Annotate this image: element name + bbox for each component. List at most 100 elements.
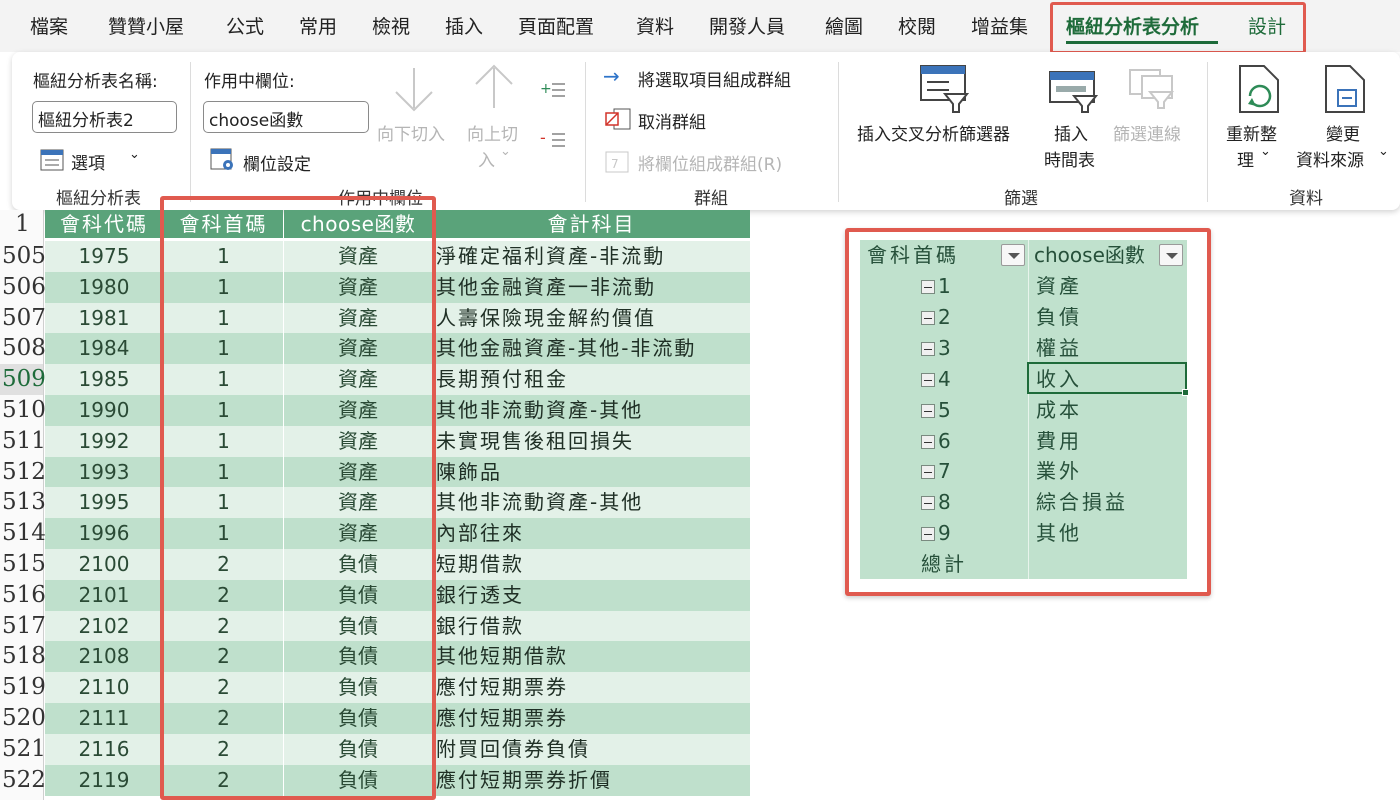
change-source-chevron-icon[interactable]: ⌄ [1378, 144, 1389, 159]
options-chevron-icon[interactable]: ⌄ [129, 147, 140, 162]
change-source-button[interactable]: 變更 [1326, 120, 1360, 145]
cell-account-name[interactable]: 短期借款 [433, 549, 750, 580]
pivot-row-prefix[interactable]: 1 [938, 271, 954, 302]
row-header[interactable]: 513 [0, 487, 46, 519]
cell-account-name[interactable]: 其他金融資產-其他-非流動 [433, 333, 750, 365]
tab-draw[interactable]: 繪圖 [825, 12, 863, 39]
cell-account-code[interactable]: 1995 [45, 487, 163, 519]
collapse-field-icon[interactable]: - [540, 128, 566, 154]
collapse-button-icon[interactable] [921, 434, 935, 449]
pivot-row-prefix[interactable]: 2 [938, 302, 954, 333]
cell-account-name[interactable]: 應付短期票券 [433, 703, 750, 734]
cell-account-code[interactable]: 1981 [45, 302, 163, 334]
pivot-row-choose[interactable]: 費用 [1036, 426, 1082, 457]
cell-account-code[interactable]: 2101 [45, 579, 163, 611]
collapse-button-icon[interactable] [921, 465, 935, 480]
tab-view[interactable]: 檢視 [372, 12, 410, 39]
field-settings-button[interactable]: 欄位設定 [243, 150, 311, 175]
collapse-button-icon[interactable] [921, 310, 935, 325]
drill-down-button[interactable]: 向下切入 [377, 120, 445, 145]
cell-account-name[interactable]: 其他非流動資產-其他 [433, 395, 750, 426]
expand-field-icon[interactable]: + [540, 80, 566, 104]
cell-account-code[interactable]: 1990 [45, 395, 163, 426]
cell-account-code[interactable]: 1980 [45, 271, 163, 303]
row-header[interactable]: 1 [0, 210, 44, 238]
drill-up-button[interactable]: 向上切 [467, 120, 518, 145]
cell-account-name[interactable]: 未實現售後租回損失 [433, 425, 750, 457]
cell-account-code[interactable]: 2108 [45, 641, 163, 673]
cell-account-name[interactable]: 其他非流動資產-其他 [433, 487, 750, 519]
tab-page-layout[interactable]: 頁面配置 [518, 12, 594, 39]
cell-account-name[interactable]: 其他金融資產一非流動 [433, 271, 750, 303]
tab-file[interactable]: 檔案 [30, 12, 68, 39]
cell-account-code[interactable]: 2111 [45, 703, 163, 734]
cell-account-name[interactable]: 銀行借款 [433, 610, 750, 642]
cell-account-name[interactable]: 陳飾品 [433, 456, 750, 488]
refresh-button[interactable]: 重新整 [1226, 120, 1277, 145]
row-header[interactable]: 511 [0, 425, 46, 457]
insert-timeline-button[interactable]: 插入 [1054, 120, 1088, 145]
filter-connections-button[interactable]: 篩選連線 [1113, 120, 1181, 145]
pivot-row-prefix[interactable]: 7 [938, 456, 954, 487]
cell-account-name[interactable]: 應付短期票券 [433, 672, 750, 704]
options-button[interactable]: 選項 [71, 149, 105, 174]
active-field-input[interactable]: choose函數 [203, 101, 369, 133]
cell-account-name[interactable]: 內部往來 [433, 518, 750, 550]
pivot-row-choose[interactable]: 負債 [1036, 302, 1082, 333]
pivot-row-prefix[interactable]: 3 [938, 333, 954, 364]
ungroup-button[interactable]: 取消群組 [638, 108, 706, 133]
row-header[interactable]: 519 [0, 672, 46, 703]
column-header-account-code[interactable]: 會科代碼 [45, 210, 163, 238]
cell-account-code[interactable]: 2100 [45, 549, 163, 580]
cell-account-code[interactable]: 1975 [45, 241, 163, 272]
row-header[interactable]: 522 [0, 764, 46, 796]
row-header[interactable]: 506 [0, 271, 46, 303]
row-header[interactable]: 514 [0, 518, 46, 549]
row-header[interactable]: 518 [0, 641, 46, 673]
pivot-row-choose[interactable]: 成本 [1036, 395, 1082, 426]
row-header[interactable]: 507 [0, 302, 46, 334]
group-field-button[interactable]: 將欄位組成群組(R) [638, 150, 782, 175]
tab-home[interactable]: 常用 [299, 12, 337, 39]
cell-account-code[interactable]: 1984 [45, 333, 163, 365]
fill-handle[interactable] [1182, 389, 1189, 396]
row-header[interactable]: 521 [0, 733, 46, 765]
tab-insert[interactable]: 插入 [445, 12, 483, 39]
pivot-row-prefix[interactable]: 5 [938, 395, 954, 426]
row-header[interactable]: 508 [0, 333, 46, 365]
row-header[interactable]: 517 [0, 610, 46, 642]
cell-account-name[interactable]: 附買回債券負債 [433, 733, 750, 765]
row-header[interactable]: 520 [0, 703, 46, 734]
pivot-row-prefix[interactable]: 9 [938, 518, 954, 549]
selected-cell-outline[interactable] [1027, 362, 1187, 394]
pivot-row-prefix[interactable]: 6 [938, 426, 954, 457]
collapse-button-icon[interactable] [921, 280, 935, 294]
column-header-account-name[interactable]: 會計科目 [433, 210, 750, 238]
pivot-filter-dropdown-icon[interactable] [1159, 244, 1183, 266]
row-header[interactable]: 512 [0, 456, 46, 488]
pivot-row-choose[interactable]: 資產 [1036, 271, 1082, 302]
row-header[interactable]: 515 [0, 549, 46, 580]
cell-account-name[interactable]: 長期預付租金 [433, 364, 750, 396]
drill-up-chevron-icon[interactable]: ⌄ [500, 144, 511, 159]
cell-account-name[interactable]: 其他短期借款 [433, 641, 750, 673]
tab-addins[interactable]: 增益集 [971, 12, 1028, 39]
row-header[interactable]: 505 [0, 241, 46, 272]
tab-formulas[interactable]: 公式 [226, 12, 264, 39]
collapse-button-icon[interactable] [921, 527, 935, 542]
pivot-name-field[interactable]: 樞紐分析表2 [32, 101, 177, 133]
tab-review[interactable]: 校閱 [898, 12, 936, 39]
cell-account-name[interactable]: 人壽保險現金解約價值 [433, 302, 750, 334]
collapse-button-icon[interactable] [921, 403, 935, 418]
pivot-row-prefix[interactable]: 8 [938, 487, 954, 518]
insert-slicer-button[interactable]: 插入交叉分析篩選器 [857, 120, 1010, 145]
row-header[interactable]: 509 [0, 364, 46, 395]
pivot-row-choose[interactable]: 權益 [1036, 333, 1082, 364]
refresh-chevron-icon[interactable]: ⌄ [1260, 144, 1271, 159]
pivot-row-prefix[interactable]: 4 [938, 364, 954, 395]
cell-account-code[interactable]: 2102 [45, 610, 163, 642]
group-selection-button[interactable]: 將選取項目組成群組 [638, 66, 791, 91]
row-header[interactable]: 516 [0, 579, 46, 611]
cell-account-code[interactable]: 1985 [45, 364, 163, 396]
collapse-button-icon[interactable] [921, 341, 935, 356]
